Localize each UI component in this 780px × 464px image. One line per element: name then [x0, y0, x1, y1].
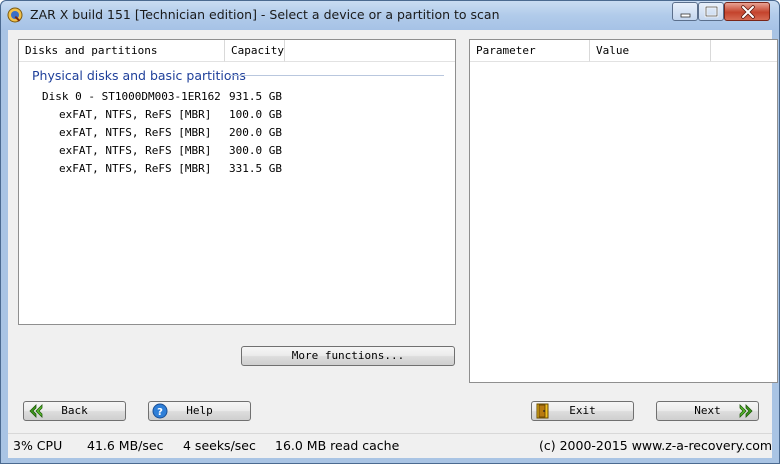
help-button[interactable]: ? Help: [148, 401, 251, 421]
status-copyright: (c) 2000-2015 www.z-a-recovery.com: [539, 438, 773, 453]
list-item-partition[interactable]: exFAT, NTFS, ReFS [MBR] 300.0 GB: [19, 142, 455, 160]
next-button[interactable]: Next: [656, 401, 759, 421]
list-item-capacity: 100.0 GB: [229, 108, 282, 121]
app-icon: [7, 7, 23, 23]
exit-button[interactable]: Exit: [531, 401, 634, 421]
group-title: Physical disks and basic partitions: [32, 68, 246, 83]
list-item-name: exFAT, NTFS, ReFS [MBR]: [59, 144, 212, 157]
more-functions-label: More functions...: [291, 349, 405, 362]
column-header-disks[interactable]: Disks and partitions: [19, 40, 225, 62]
status-cache: 16.0 MB read cache: [275, 438, 400, 453]
maximize-icon: [704, 5, 719, 18]
svg-text:?: ?: [157, 407, 163, 418]
list-item-partition[interactable]: exFAT, NTFS, ReFS [MBR] 200.0 GB: [19, 124, 455, 142]
group-divider: [229, 75, 444, 76]
column-header-empty: [285, 40, 455, 62]
list-item-name: exFAT, NTFS, ReFS [MBR]: [59, 108, 212, 121]
question-mark-icon: ?: [152, 403, 168, 419]
column-header-capacity[interactable]: Capacity: [225, 40, 285, 62]
client-area: Disks and partitions Capacity Physical d…: [8, 30, 778, 458]
column-header-parameter[interactable]: Parameter: [470, 40, 590, 62]
maximize-button[interactable]: [698, 2, 724, 21]
list-item-name: exFAT, NTFS, ReFS [MBR]: [59, 126, 212, 139]
list-item-name: Disk 0 - ST1000DM003-1ER162: [42, 90, 221, 103]
list-item-capacity: 200.0 GB: [229, 126, 282, 139]
column-header-value[interactable]: Value: [590, 40, 711, 62]
status-speed: 41.6 MB/sec: [87, 438, 164, 453]
back-button[interactable]: Back: [23, 401, 126, 421]
close-icon: [741, 5, 755, 19]
next-label: Next: [694, 404, 721, 417]
door-exit-icon: [536, 403, 549, 419]
list-item-capacity: 300.0 GB: [229, 144, 282, 157]
status-seeks: 4 seeks/sec: [183, 438, 256, 453]
window-title: ZAR X build 151 [Technician edition] - S…: [30, 7, 500, 22]
exit-label: Exit: [569, 404, 596, 417]
list-item-disk[interactable]: Disk 0 - ST1000DM003-1ER162 931.5 GB: [19, 88, 455, 106]
more-functions-button[interactable]: More functions...: [241, 346, 455, 366]
double-left-arrow-icon: [29, 404, 43, 418]
list-item-partition[interactable]: exFAT, NTFS, ReFS [MBR] 100.0 GB: [19, 106, 455, 124]
parameters-panel[interactable]: Parameter Value: [469, 39, 778, 383]
close-window-button[interactable]: [724, 2, 770, 21]
list-item-name: exFAT, NTFS, ReFS [MBR]: [59, 162, 212, 175]
title-bar[interactable]: ZAR X build 151 [Technician edition] - S…: [1, 1, 779, 30]
double-right-arrow-icon: [739, 404, 753, 418]
app-window: ZAR X build 151 [Technician edition] - S…: [0, 0, 780, 464]
back-label: Back: [61, 404, 88, 417]
disks-list-panel[interactable]: Disks and partitions Capacity Physical d…: [18, 39, 456, 325]
minimize-icon: [680, 13, 691, 18]
help-label: Help: [186, 404, 213, 417]
list-item-partition[interactable]: exFAT, NTFS, ReFS [MBR] 331.5 GB: [19, 160, 455, 178]
status-cpu: 3% CPU: [13, 438, 63, 453]
list-item-capacity: 931.5 GB: [229, 90, 282, 103]
column-header-empty: [711, 40, 777, 62]
minimize-button[interactable]: [672, 2, 698, 21]
status-bar: 3% CPU 41.6 MB/sec 4 seeks/sec 16.0 MB r…: [8, 433, 772, 458]
list-item-capacity: 331.5 GB: [229, 162, 282, 175]
